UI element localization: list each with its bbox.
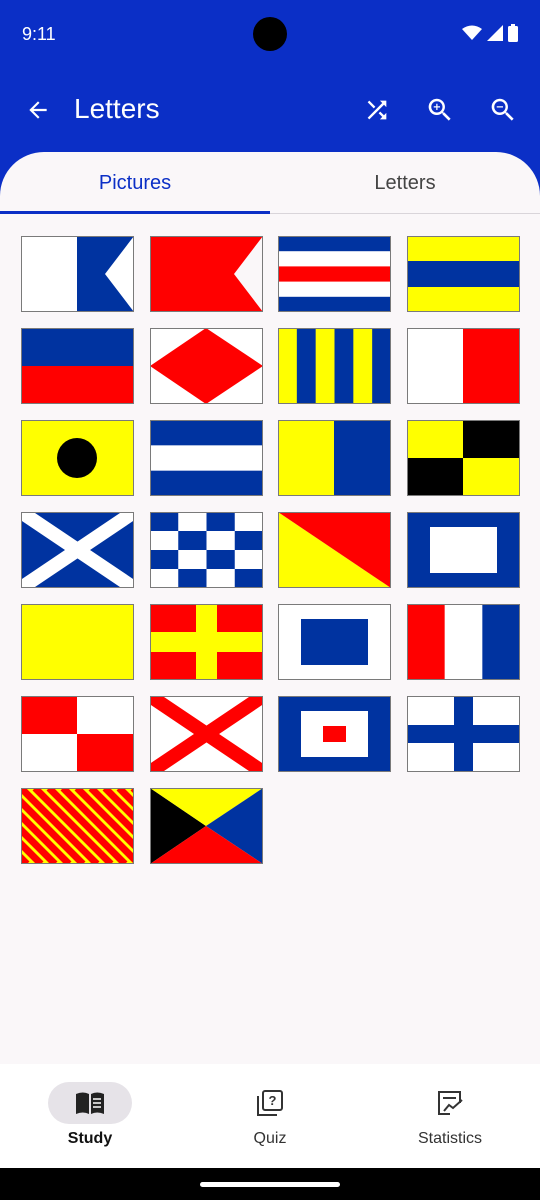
flag-india-image bbox=[21, 420, 134, 496]
book-icon bbox=[76, 1092, 104, 1114]
flag-alfa[interactable] bbox=[21, 236, 134, 312]
wifi-icon bbox=[462, 25, 482, 40]
nav-statistics-label: Statistics bbox=[417, 1130, 482, 1147]
flag-india[interactable] bbox=[21, 420, 134, 496]
flag-xray[interactable] bbox=[406, 696, 520, 772]
zoom-out-icon bbox=[491, 98, 514, 121]
zoom-out-button[interactable] bbox=[483, 90, 523, 130]
flag-hotel[interactable] bbox=[406, 328, 520, 404]
flag-oscar-image bbox=[278, 512, 391, 588]
flag-oscar[interactable] bbox=[278, 512, 391, 588]
tab-bar: Pictures Letters bbox=[0, 152, 540, 214]
flag-yankee-image bbox=[21, 788, 134, 864]
flag-foxtrot-image bbox=[149, 328, 263, 404]
flag-zulu[interactable] bbox=[149, 788, 263, 864]
tab-indicator bbox=[0, 211, 270, 214]
flag-mike-image bbox=[21, 512, 134, 588]
flag-foxtrot[interactable] bbox=[149, 328, 263, 404]
status-icons bbox=[462, 24, 518, 42]
nav-study[interactable]: Study bbox=[0, 1064, 180, 1168]
quiz-icon: ? bbox=[257, 1090, 283, 1116]
flag-hotel-image bbox=[406, 328, 520, 404]
flag-papa-image bbox=[406, 512, 520, 588]
flag-kilo-image bbox=[278, 420, 391, 496]
battery-icon bbox=[508, 24, 518, 42]
flag-yankee[interactable] bbox=[21, 788, 134, 864]
flag-mike[interactable] bbox=[21, 512, 134, 588]
nav-quiz-label: Quiz bbox=[253, 1130, 287, 1147]
flag-juliet-image bbox=[149, 420, 263, 496]
flag-golf-image bbox=[278, 328, 391, 404]
flag-zulu-image bbox=[149, 788, 263, 864]
flag-sierra[interactable] bbox=[278, 604, 391, 680]
back-button[interactable] bbox=[20, 92, 56, 128]
statistics-icon bbox=[438, 1091, 463, 1115]
flag-golf[interactable] bbox=[278, 328, 391, 404]
bottom-navigation: Study ? Quiz Statistics bbox=[0, 1064, 540, 1168]
tab-letters[interactable]: Letters bbox=[270, 152, 540, 214]
status-time: 9:11 bbox=[22, 24, 56, 44]
flag-tango[interactable] bbox=[406, 604, 520, 680]
flag-whiskey-image bbox=[278, 696, 391, 772]
flag-whiskey[interactable] bbox=[278, 696, 391, 772]
flag-victor-image bbox=[149, 696, 263, 772]
zoom-in-button[interactable] bbox=[420, 90, 460, 130]
flag-romeo-image bbox=[149, 604, 263, 680]
flag-delta-image bbox=[406, 236, 520, 312]
flag-alfa-image bbox=[21, 236, 134, 312]
flag-bravo[interactable] bbox=[149, 236, 263, 312]
flag-sierra-image bbox=[278, 604, 391, 680]
flag-lima[interactable] bbox=[406, 420, 520, 496]
nav-study-label: Study bbox=[67, 1130, 113, 1147]
flag-xray-image bbox=[406, 696, 520, 772]
flag-echo[interactable] bbox=[21, 328, 134, 404]
nav-quiz-indicator: ? bbox=[228, 1082, 312, 1124]
tab-pictures[interactable]: Pictures bbox=[0, 152, 270, 214]
nav-statistics[interactable]: Statistics bbox=[360, 1064, 540, 1168]
arrow-back-icon bbox=[29, 101, 47, 119]
flag-bravo-image bbox=[149, 236, 263, 312]
camera-cutout bbox=[253, 17, 287, 51]
nav-quiz[interactable]: ? Quiz bbox=[180, 1064, 360, 1168]
nav-study-indicator bbox=[48, 1082, 132, 1124]
flag-november-image bbox=[149, 512, 263, 588]
flag-quebec[interactable] bbox=[21, 604, 134, 680]
flag-charlie-image bbox=[278, 236, 391, 312]
nav-statistics-indicator bbox=[408, 1082, 492, 1124]
flag-lima-image bbox=[406, 420, 520, 496]
zoom-in-icon bbox=[428, 98, 451, 121]
flag-uniform[interactable] bbox=[21, 696, 134, 772]
flag-quebec-image bbox=[21, 604, 134, 680]
flag-romeo[interactable] bbox=[149, 604, 263, 680]
signal-icon bbox=[487, 25, 503, 41]
flag-papa[interactable] bbox=[406, 512, 520, 588]
shuffle-button[interactable] bbox=[357, 90, 397, 130]
flag-uniform-image bbox=[21, 696, 134, 772]
svg-text:?: ? bbox=[269, 1093, 277, 1108]
flag-kilo[interactable] bbox=[278, 420, 391, 496]
flag-charlie[interactable] bbox=[278, 236, 391, 312]
content-sheet: Pictures Letters bbox=[0, 152, 540, 1064]
flag-echo-image bbox=[21, 328, 134, 404]
flag-delta[interactable] bbox=[406, 236, 520, 312]
flag-tango-image bbox=[406, 604, 520, 680]
shuffle-icon bbox=[367, 100, 387, 120]
page-title: Letters bbox=[74, 93, 160, 124]
flag-victor[interactable] bbox=[149, 696, 263, 772]
flag-juliet[interactable] bbox=[149, 420, 263, 496]
flag-november[interactable] bbox=[149, 512, 263, 588]
home-indicator bbox=[200, 1182, 340, 1187]
